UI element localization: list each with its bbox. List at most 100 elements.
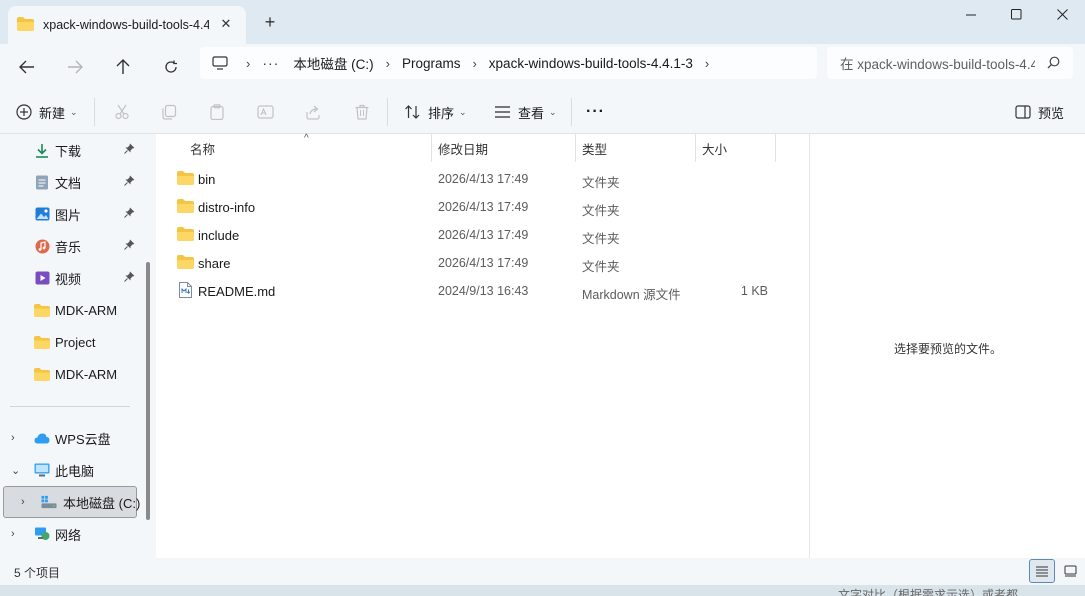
chevron-down-icon: ⌄ — [549, 106, 557, 117]
close-window-button[interactable] — [1039, 0, 1085, 28]
breadcrumb-programs[interactable]: Programs — [402, 56, 461, 71]
network-icon — [34, 526, 50, 542]
copy-icon — [162, 104, 177, 120]
nav-scrollbar[interactable] — [146, 262, 150, 520]
sidebar-item-downloads[interactable]: 下载 — [0, 134, 146, 166]
column-header-size[interactable]: 大小 — [702, 134, 727, 162]
folder-icon — [177, 171, 194, 188]
breadcrumb-current-folder[interactable]: xpack-windows-build-tools-4.4.1-3 — [489, 56, 693, 71]
file-list: 名称 ^ 修改日期 类型 大小 bin 2026/4/13 17:49 文件夹 … — [156, 133, 809, 558]
column-divider[interactable] — [431, 134, 432, 162]
address-bar[interactable]: › ··· 本地磁盘 (C:) › Programs › xpack-windo… — [200, 47, 817, 79]
column-divider[interactable] — [575, 134, 576, 162]
new-tab-button[interactable]: + — [260, 12, 280, 32]
chevron-right-icon[interactable]: › — [705, 56, 709, 71]
sidebar-item-network[interactable]: › 网络 — [0, 518, 146, 550]
title-bar: xpack-windows-build-tools-4.4.1-3 ✕ + — [0, 0, 1085, 44]
sidebar-item-videos[interactable]: 视频 — [0, 262, 146, 294]
file-type: 文件夹 — [582, 260, 620, 274]
search-placeholder: 在 xpack-windows-build-tools-4.4.1-3 中搜索 — [840, 57, 1035, 72]
maximize-button[interactable] — [993, 0, 1039, 28]
chevron-right-icon[interactable]: › — [472, 56, 476, 71]
folder-icon — [177, 227, 194, 244]
file-date: 2026/4/13 17:49 — [438, 256, 529, 270]
paste-button[interactable] — [209, 97, 225, 127]
sidebar-item-music[interactable]: 音乐 — [0, 230, 146, 262]
rename-icon — [257, 105, 274, 119]
sidebar-item-documents[interactable]: 文档 — [0, 166, 146, 198]
file-row[interactable]: README.md 2024/9/13 16:43 Markdown 源文件 1… — [156, 277, 809, 305]
background-window-text: 文字对比（根据需求示选）或者都 — [838, 588, 1019, 596]
search-input[interactable]: 在 xpack-windows-build-tools-4.4.1-3 中搜索 — [827, 47, 1073, 79]
details-view-icon — [1036, 566, 1048, 577]
file-row[interactable]: include 2026/4/13 17:49 文件夹 — [156, 221, 809, 249]
sidebar-item-mdk-arm[interactable]: MDK-ARM — [0, 294, 146, 326]
tab-current-folder[interactable]: xpack-windows-build-tools-4.4.1-3 ✕ — [8, 6, 246, 44]
view-icon — [495, 106, 510, 118]
details-view-button[interactable] — [1029, 559, 1055, 583]
chevron-right-icon[interactable]: › — [246, 56, 250, 71]
sidebar-item-local-disk-c[interactable]: › 本地磁盘 (C:) — [0, 486, 146, 518]
column-header-type[interactable]: 类型 — [582, 134, 607, 162]
paste-icon — [210, 104, 224, 120]
large-icons-view-button[interactable] — [1057, 559, 1083, 583]
breadcrumb-overflow[interactable]: ··· — [262, 55, 279, 71]
forward-button[interactable] — [60, 52, 90, 82]
tab-close-button[interactable]: ✕ — [217, 15, 235, 33]
file-size: 1 KB — [740, 284, 768, 298]
rename-button[interactable] — [257, 97, 274, 127]
refresh-button[interactable] — [156, 52, 186, 82]
column-header-date[interactable]: 修改日期 — [438, 134, 488, 162]
file-name: include — [198, 228, 240, 243]
more-options-button[interactable]: ··· — [586, 97, 605, 127]
tab-title: xpack-windows-build-tools-4.4.1-3 — [43, 18, 209, 32]
minimize-button[interactable] — [948, 0, 994, 28]
sidebar-item-project[interactable]: Project — [0, 326, 146, 358]
column-divider[interactable] — [775, 134, 776, 162]
folder-icon — [177, 199, 194, 216]
file-row[interactable]: bin 2026/4/13 17:49 文件夹 — [156, 165, 809, 193]
up-button[interactable] — [108, 52, 138, 82]
file-row[interactable]: share 2026/4/13 17:49 文件夹 — [156, 249, 809, 277]
sidebar-item-wps-cloud[interactable]: › WPS云盘 — [0, 422, 146, 454]
cut-icon — [115, 104, 129, 120]
column-header-name[interactable]: 名称 — [190, 134, 215, 162]
view-button[interactable]: 查看 ⌄ — [494, 97, 557, 127]
pictures-icon — [34, 206, 50, 222]
chevron-down-icon[interactable]: ⌄ — [11, 464, 20, 477]
documents-icon — [34, 174, 50, 190]
sidebar-item-label: 此电脑 — [55, 463, 95, 479]
close-icon — [1056, 8, 1068, 20]
sort-ascending-icon: ^ — [304, 133, 309, 144]
chevron-right-icon[interactable]: › — [21, 496, 25, 508]
chevron-right-icon[interactable]: › — [11, 432, 15, 444]
sidebar-item-mdk-arm-2[interactable]: MDK-ARM — [0, 358, 146, 390]
file-date: 2024/9/13 16:43 — [438, 284, 529, 298]
preview-message: 选择要预览的文件。 — [893, 342, 1002, 356]
chevron-right-icon[interactable]: › — [11, 528, 15, 540]
preview-pane-icon — [1015, 105, 1031, 119]
file-row[interactable]: distro-info 2026/4/13 17:49 文件夹 — [156, 193, 809, 221]
cut-button[interactable] — [114, 97, 130, 127]
maximize-icon — [1010, 8, 1021, 19]
file-type: 文件夹 — [582, 176, 620, 190]
chevron-right-icon[interactable]: › — [386, 56, 390, 71]
divider — [387, 98, 388, 126]
preview-pane-button[interactable]: 预览 — [1015, 97, 1064, 127]
back-button[interactable] — [12, 52, 42, 82]
sidebar-item-pictures[interactable]: 图片 — [0, 198, 146, 230]
sort-button[interactable]: 排序 ⌄ — [404, 97, 467, 127]
share-button[interactable] — [305, 97, 321, 127]
copy-button[interactable] — [161, 97, 177, 127]
sidebar-item-this-pc[interactable]: ⌄ 此电脑 — [0, 454, 146, 486]
delete-button[interactable] — [354, 97, 370, 127]
column-divider[interactable] — [695, 134, 696, 162]
computer-icon[interactable] — [212, 56, 228, 70]
file-date: 2026/4/13 17:49 — [438, 172, 529, 186]
file-date: 2026/4/13 17:49 — [438, 228, 529, 242]
chevron-down-icon: ⌄ — [70, 106, 78, 117]
new-button[interactable]: 新建 ⌄ — [16, 97, 78, 127]
sidebar-item-label: 网络 — [55, 527, 82, 543]
breadcrumb-drive[interactable]: 本地磁盘 (C:) — [293, 53, 373, 73]
sidebar-item-label: MDK-ARM — [55, 302, 118, 318]
